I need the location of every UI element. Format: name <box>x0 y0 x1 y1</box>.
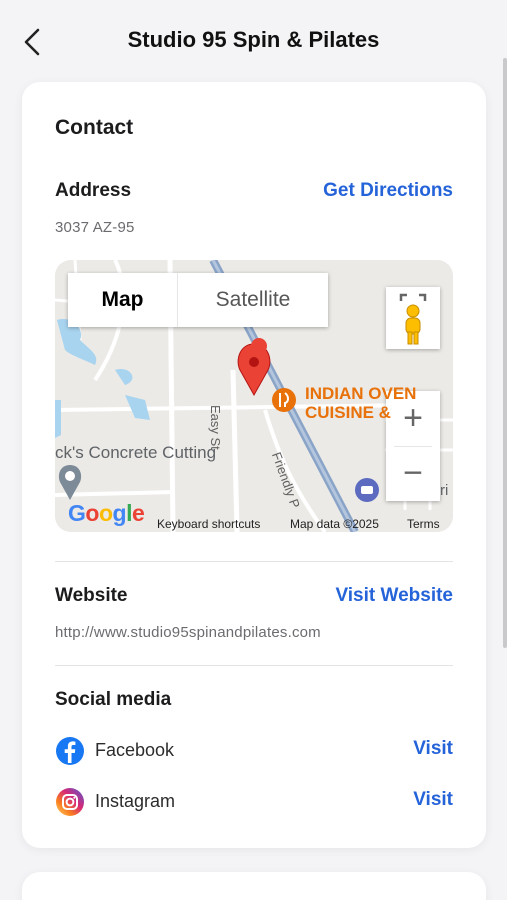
social-row-facebook: Facebook Visit <box>55 736 453 770</box>
page-title: Studio 95 Spin & Pilates <box>127 27 380 52</box>
zoom-divider <box>394 446 432 447</box>
instagram-label: Instagram <box>95 791 176 811</box>
map-place-label: ck's Concrete Cutting <box>55 443 217 462</box>
instagram-icon <box>56 788 84 816</box>
address-label: Address <box>55 180 132 201</box>
facebook-icon <box>56 737 84 765</box>
visit-website-link[interactable]: Visit Website <box>335 585 453 607</box>
divider-website <box>55 561 453 562</box>
contact-card: Contact Address Get Directions 3037 AZ-9… <box>22 82 486 848</box>
website-label: Website <box>55 585 128 606</box>
scrollbar[interactable] <box>503 58 507 648</box>
map-type-satellite-button[interactable]: Satellite <box>178 273 328 327</box>
terms-link[interactable]: Terms <box>407 517 440 531</box>
map-poi-line1: INDIAN OVEN <box>305 384 417 403</box>
map-poi-line2: CUISINE & <box>305 403 391 422</box>
zoom-control: + − <box>386 391 440 501</box>
map-type-map-button[interactable]: Map <box>68 273 178 327</box>
map-data-attribution: Map data ©2025 <box>290 517 379 531</box>
next-card <box>22 872 486 900</box>
address-value: 3037 AZ-95 <box>55 219 135 236</box>
keyboard-shortcuts-link[interactable]: Keyboard shortcuts <box>157 517 260 531</box>
divider-social <box>55 665 453 666</box>
instagram-visit-link[interactable]: Visit <box>413 789 453 811</box>
facebook-visit-link[interactable]: Visit <box>413 738 453 760</box>
google-logo: Google <box>68 500 145 526</box>
get-directions-link[interactable]: Get Directions <box>323 180 453 202</box>
social-media-label: Social media <box>55 689 172 710</box>
header: Studio 95 Spin & Pilates <box>0 0 507 82</box>
map-type-control: Map Satellite <box>68 273 328 327</box>
contact-section-title: Contact <box>55 116 134 139</box>
website-value: http://www.studio95spinandpilates.com <box>55 624 321 641</box>
street-view-button[interactable] <box>386 287 440 349</box>
facebook-label: Facebook <box>95 740 175 760</box>
pegman-icon <box>405 304 421 345</box>
zoom-out-button[interactable]: − <box>386 446 440 501</box>
social-row-instagram: Instagram Visit <box>55 787 453 821</box>
map-view[interactable]: Map Satellite + − ck's Concrete Cutting … <box>55 260 453 532</box>
map-partial-label: ri <box>440 482 449 499</box>
map-street-easy-st: Easy St <box>208 405 223 450</box>
